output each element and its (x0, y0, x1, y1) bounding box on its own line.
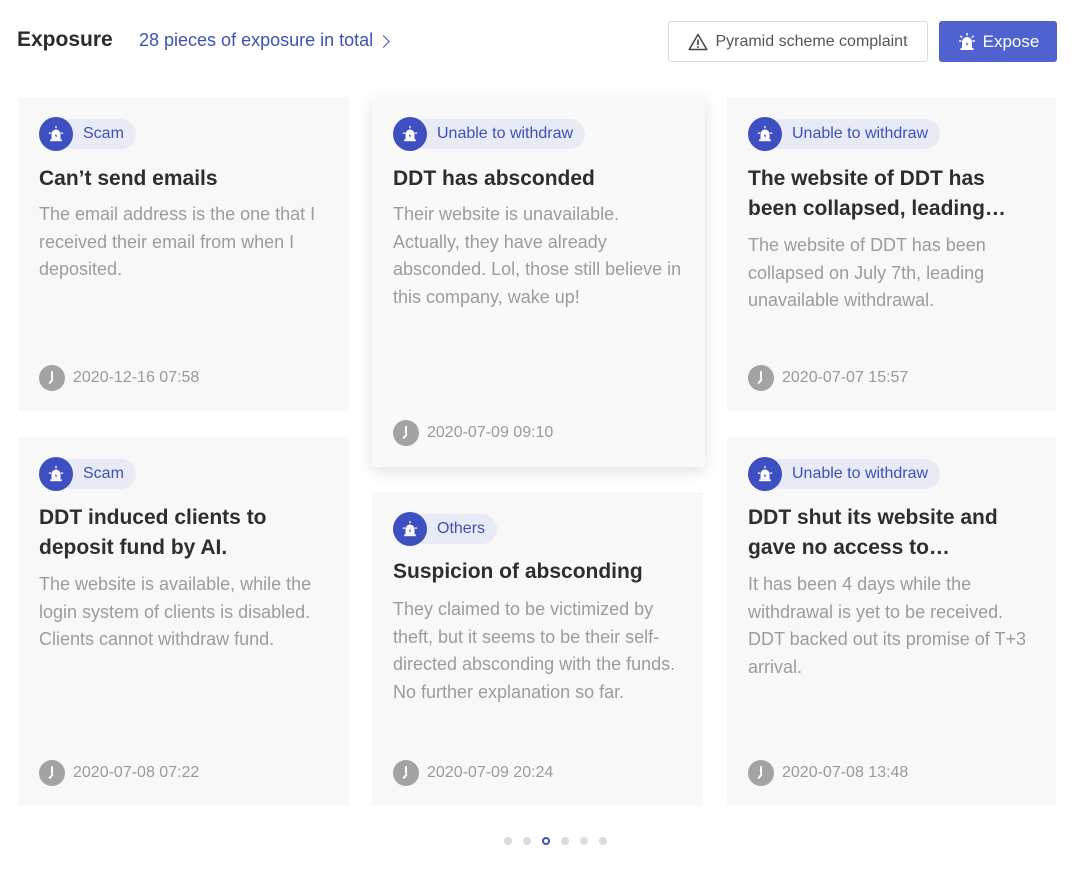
timestamp-text: 2020-12-16 07:58 (73, 369, 200, 386)
pyramid-scheme-complaint-button[interactable]: Pyramid scheme complaint (668, 21, 928, 62)
chevron-right-icon (377, 34, 391, 48)
card-timestamp: 2020-12-16 07:58 (39, 365, 199, 391)
category-label: Scam (83, 125, 124, 142)
exposure-card[interactable]: Unable to withdraw DDT shut its website … (727, 437, 1056, 806)
complaint-button-label: Pyramid scheme complaint (715, 32, 908, 50)
page-title: Exposure (17, 28, 113, 51)
pagination-dot[interactable] (503, 837, 512, 845)
timestamp-text: 2020-07-08 13:48 (782, 764, 909, 781)
pagination-dot[interactable] (541, 837, 550, 845)
total-exposure-label: 28 pieces of exposure in total (139, 30, 374, 50)
alarm-icon (39, 457, 73, 491)
card-description: It has been 4 days while the withdrawal … (748, 574, 1026, 677)
category-label: Unable to withdraw (437, 125, 574, 142)
card-title: The website of DDT has been collapsed, l… (748, 167, 985, 220)
alarm-icon (393, 117, 427, 151)
exposure-card[interactable]: Scam Can’t send emails The email address… (18, 97, 349, 411)
warning-icon (688, 33, 709, 50)
card-title: Suspicion of absconding (393, 560, 643, 583)
category-tag: Unable to withdraw (393, 117, 586, 151)
alarm-icon (393, 512, 427, 546)
expose-button[interactable]: Expose (939, 21, 1057, 62)
pagination-dot[interactable] (560, 837, 569, 845)
clock-icon (39, 760, 65, 786)
pagination-dots (0, 837, 1080, 845)
card-description: They claimed to be victimized by theft, … (393, 599, 676, 702)
category-label: Scam (83, 465, 124, 482)
timestamp-text: 2020-07-09 09:10 (427, 424, 554, 441)
clock-icon (393, 420, 419, 446)
alarm-icon (748, 117, 782, 151)
total-exposure-link[interactable]: 28 pieces of exposure in total (139, 30, 391, 51)
category-tag: Scam (39, 457, 136, 491)
timestamp-text: 2020-07-08 07:22 (73, 764, 200, 781)
exposure-card[interactable]: Others Suspicion of absconding They clai… (372, 492, 703, 806)
card-timestamp: 2020-07-08 13:48 (748, 760, 908, 786)
category-tag: Unable to withdraw (748, 457, 941, 491)
card-description: The website is available, while the logi… (39, 574, 312, 649)
card-title: DDT shut its website and gave no access … (748, 506, 998, 559)
category-tag: Others (393, 512, 498, 546)
alarm-icon (748, 457, 782, 491)
category-label: Others (437, 520, 486, 537)
clock-icon (39, 365, 65, 391)
clock-icon (748, 760, 774, 786)
card-timestamp: 2020-07-08 07:22 (39, 760, 199, 786)
timestamp-text: 2020-07-07 15:57 (782, 369, 909, 386)
exposure-card[interactable]: Unable to withdraw The website of DDT ha… (727, 97, 1056, 411)
alarm-icon (39, 117, 73, 151)
card-title: DDT induced clients to deposit fund by A… (39, 506, 267, 559)
pagination-dot[interactable] (598, 837, 607, 845)
category-label: Unable to withdraw (792, 125, 929, 142)
alarm-icon (958, 32, 975, 50)
card-title: DDT has absconded (393, 167, 595, 190)
card-timestamp: 2020-07-09 09:10 (393, 420, 553, 446)
card-description: Their website is unavailable. Actually, … (393, 204, 682, 307)
exposure-card[interactable]: Scam DDT induced clients to deposit fund… (18, 437, 349, 806)
pagination-dot[interactable] (522, 837, 531, 845)
category-tag: Unable to withdraw (748, 117, 941, 151)
timestamp-text: 2020-07-09 20:24 (427, 764, 554, 781)
card-description: The email address is the one that I rece… (39, 204, 316, 279)
category-label: Unable to withdraw (792, 465, 929, 482)
clock-icon (748, 365, 774, 391)
category-tag: Scam (39, 117, 136, 151)
card-timestamp: 2020-07-09 20:24 (393, 760, 553, 786)
clock-icon (393, 760, 419, 786)
pagination-dot[interactable] (579, 837, 588, 845)
exposure-header: Exposure 28 pieces of exposure in total … (0, 0, 1080, 84)
expose-button-label: Expose (982, 31, 1040, 51)
card-title: Can’t send emails (39, 167, 218, 190)
exposure-card[interactable]: Unable to withdraw DDT has absconded The… (372, 97, 705, 467)
card-timestamp: 2020-07-07 15:57 (748, 365, 908, 391)
card-description: The website of DDT has been collapsed on… (748, 235, 986, 310)
